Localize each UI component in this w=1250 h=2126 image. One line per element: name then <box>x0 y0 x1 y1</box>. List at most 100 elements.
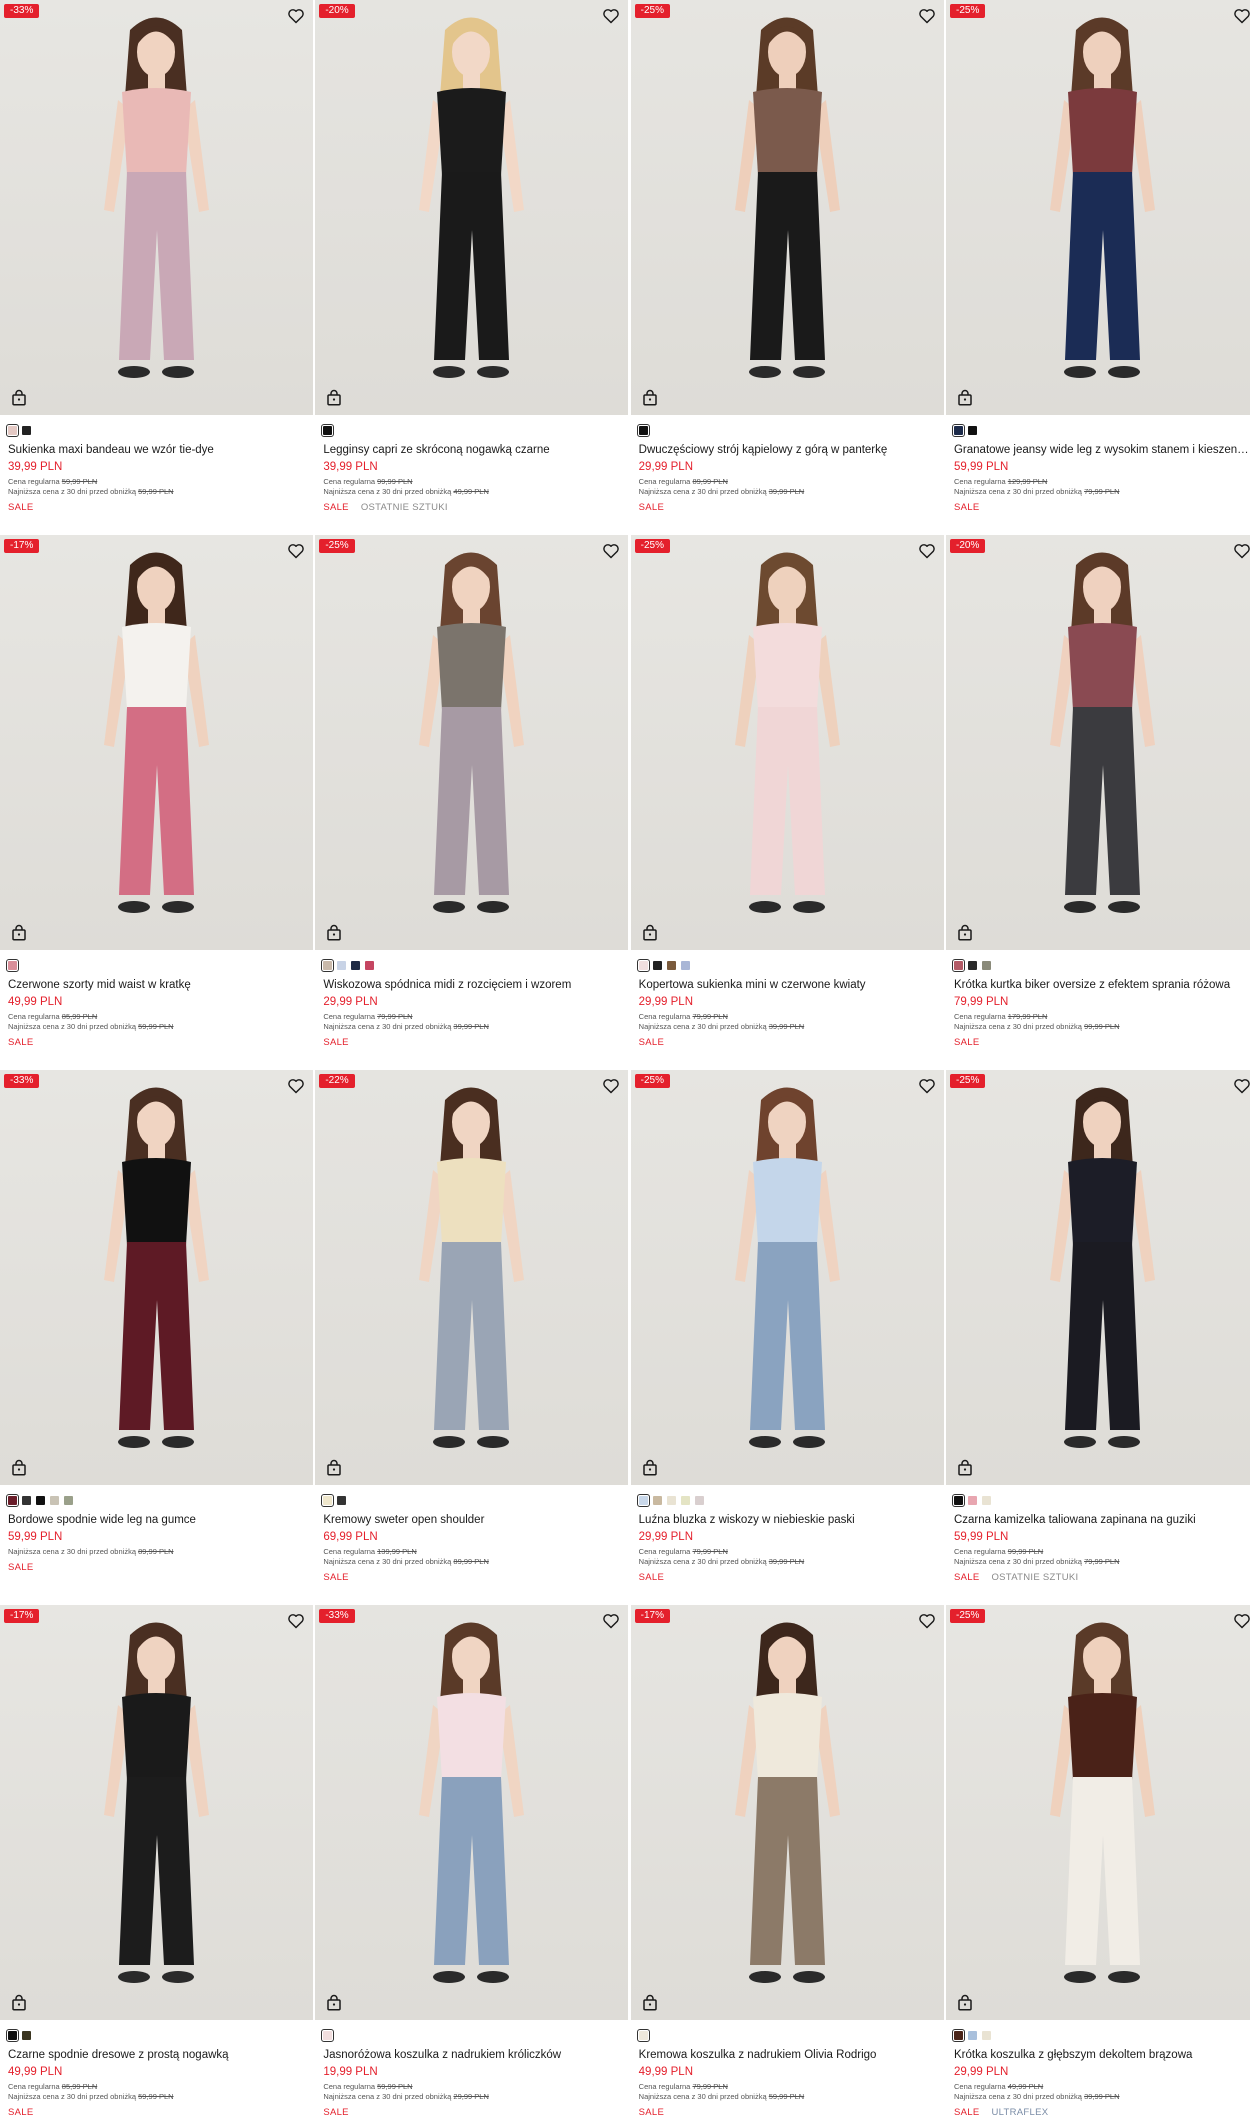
color-swatch[interactable] <box>636 1493 650 1507</box>
product-card[interactable]: -17% Kremowa koszulka z nadrukiem Olivia … <box>630 1605 944 2126</box>
product-photo[interactable]: -17% <box>630 1605 944 2020</box>
product-photo[interactable]: -25% <box>945 0 1250 415</box>
heart-outline-icon[interactable] <box>1233 1613 1250 1629</box>
product-photo[interactable]: -25% <box>630 535 944 950</box>
product-card[interactable]: -25% Dwuczęściowy strój kąpielowy z górą … <box>630 0 944 535</box>
shopping-bag-icon[interactable] <box>641 924 659 942</box>
color-swatch[interactable] <box>6 1493 19 1507</box>
heart-outline-icon[interactable] <box>918 1078 936 1094</box>
heart-outline-icon[interactable] <box>918 8 936 24</box>
heart-outline-icon[interactable] <box>918 543 936 559</box>
product-name[interactable]: Legginsy capri ze skróconą nogawką czarn… <box>323 443 620 457</box>
heart-outline-icon[interactable] <box>602 8 620 24</box>
product-name[interactable]: Granatowe jeansy wide leg z wysokim stan… <box>954 443 1250 457</box>
product-name[interactable]: Krótka koszulka z głębszym dekoltem brąz… <box>954 2048 1250 2062</box>
product-card[interactable]: -25% Wiskozowa spódnica midi z rozcięciem… <box>315 535 629 1070</box>
heart-outline-icon[interactable] <box>602 543 620 559</box>
product-name[interactable]: Czarna kamizelka taliowana zapinana na g… <box>954 1513 1250 1527</box>
heart-outline-icon[interactable] <box>287 543 305 559</box>
color-swatch[interactable] <box>321 423 335 437</box>
product-name[interactable]: Sukienka maxi bandeau we wzór tie-dye <box>8 443 305 457</box>
product-card[interactable]: -17% Czarne spodnie dresowe z prostą noga… <box>0 1605 313 2126</box>
color-swatch[interactable] <box>22 425 31 435</box>
product-photo[interactable]: -17% <box>0 1605 313 2020</box>
color-swatch[interactable] <box>967 960 977 970</box>
heart-outline-icon[interactable] <box>602 1613 620 1629</box>
product-card[interactable]: -33% Sukienka maxi bandeau we wzór tie-dy… <box>0 0 313 535</box>
shopping-bag-icon[interactable] <box>641 1459 659 1477</box>
shopping-bag-icon[interactable] <box>325 924 343 942</box>
product-name[interactable]: Kremowa koszulka z nadrukiem Olivia Rodr… <box>639 2048 936 2062</box>
heart-outline-icon[interactable] <box>918 1613 936 1629</box>
color-swatch[interactable] <box>636 423 650 437</box>
color-swatch[interactable] <box>981 960 991 970</box>
color-swatch[interactable] <box>666 1495 676 1505</box>
shopping-bag-icon[interactable] <box>10 1459 28 1477</box>
product-name[interactable]: Wiskozowa spódnica midi z rozcięciem i w… <box>323 978 620 992</box>
color-swatch[interactable] <box>365 960 375 970</box>
color-swatch[interactable] <box>951 423 965 437</box>
color-swatch[interactable] <box>64 1495 73 1505</box>
product-card[interactable]: -25% Kopertowa sukienka mini w czerwone k… <box>630 535 944 1070</box>
product-photo[interactable]: -25% <box>945 1605 1250 2020</box>
product-name[interactable]: Kopertowa sukienka mini w czerwone kwiat… <box>639 978 936 992</box>
heart-outline-icon[interactable] <box>287 8 305 24</box>
product-photo[interactable]: -20% <box>315 0 629 415</box>
product-card[interactable]: -33% Jasnoróżowa koszulka z nadrukiem kró… <box>315 1605 629 2126</box>
product-photo[interactable]: -33% <box>315 1605 629 2020</box>
product-photo[interactable]: -33% <box>0 1070 313 1485</box>
color-swatch[interactable] <box>6 2028 19 2042</box>
color-swatch[interactable] <box>636 2028 650 2042</box>
product-card[interactable]: -25% Krótka koszulka z głębszym dekoltem … <box>945 1605 1250 2126</box>
color-swatch[interactable] <box>967 2030 977 2040</box>
shopping-bag-icon[interactable] <box>641 389 659 407</box>
color-swatch[interactable] <box>694 1495 704 1505</box>
color-swatch[interactable] <box>6 423 19 437</box>
product-photo[interactable]: -33% <box>0 0 313 415</box>
product-photo[interactable]: -25% <box>630 1070 944 1485</box>
color-swatch[interactable] <box>22 2030 31 2040</box>
product-photo[interactable]: -25% <box>630 0 944 415</box>
heart-outline-icon[interactable] <box>1233 543 1250 559</box>
product-name[interactable]: Bordowe spodnie wide leg na gumce <box>8 1513 305 1527</box>
product-photo[interactable]: -25% <box>315 535 629 950</box>
shopping-bag-icon[interactable] <box>641 1994 659 2012</box>
heart-outline-icon[interactable] <box>1233 1078 1250 1094</box>
product-name[interactable]: Dwuczęściowy strój kąpielowy z górą w pa… <box>639 443 936 457</box>
shopping-bag-icon[interactable] <box>325 1994 343 2012</box>
product-card[interactable]: -22% Kremowy sweter open shoulder 69,99 PL… <box>315 1070 629 1605</box>
product-card[interactable]: -25% Granatowe jeansy wide leg z wysokim … <box>945 0 1250 535</box>
heart-outline-icon[interactable] <box>287 1613 305 1629</box>
color-swatch[interactable] <box>321 958 335 972</box>
product-card[interactable]: -25% Czarna kamizelka taliowana zapinana … <box>945 1070 1250 1605</box>
color-swatch[interactable] <box>652 1495 662 1505</box>
color-swatch[interactable] <box>967 1495 977 1505</box>
product-name[interactable]: Luźna bluzka z wiskozy w niebieskie pask… <box>639 1513 936 1527</box>
shopping-bag-icon[interactable] <box>325 389 343 407</box>
shopping-bag-icon[interactable] <box>956 1994 974 2012</box>
product-photo[interactable]: -25% <box>945 1070 1250 1485</box>
product-card[interactable]: -17% Czerwone szorty mid waist w kratkę 49… <box>0 535 313 1070</box>
color-swatch[interactable] <box>981 2030 991 2040</box>
color-swatch[interactable] <box>22 1495 31 1505</box>
color-swatch[interactable] <box>6 958 19 972</box>
color-swatch[interactable] <box>652 960 662 970</box>
color-swatch[interactable] <box>50 1495 59 1505</box>
color-swatch[interactable] <box>666 960 676 970</box>
heart-outline-icon[interactable] <box>602 1078 620 1094</box>
color-swatch[interactable] <box>967 425 977 435</box>
product-photo[interactable]: -17% <box>0 535 313 950</box>
shopping-bag-icon[interactable] <box>956 924 974 942</box>
color-swatch[interactable] <box>321 2028 335 2042</box>
color-swatch[interactable] <box>680 960 690 970</box>
shopping-bag-icon[interactable] <box>10 389 28 407</box>
product-card[interactable]: -33% Bordowe spodnie wide leg na gumce 59,… <box>0 1070 313 1605</box>
color-swatch[interactable] <box>981 1495 991 1505</box>
heart-outline-icon[interactable] <box>287 1078 305 1094</box>
color-swatch[interactable] <box>36 1495 45 1505</box>
color-swatch[interactable] <box>951 2028 965 2042</box>
product-card[interactable]: -20% Krótka kurtka biker oversize z efekt… <box>945 535 1250 1070</box>
product-name[interactable]: Krótka kurtka biker oversize z efektem s… <box>954 978 1250 992</box>
product-name[interactable]: Czerwone szorty mid waist w kratkę <box>8 978 305 992</box>
color-swatch[interactable] <box>951 1493 965 1507</box>
